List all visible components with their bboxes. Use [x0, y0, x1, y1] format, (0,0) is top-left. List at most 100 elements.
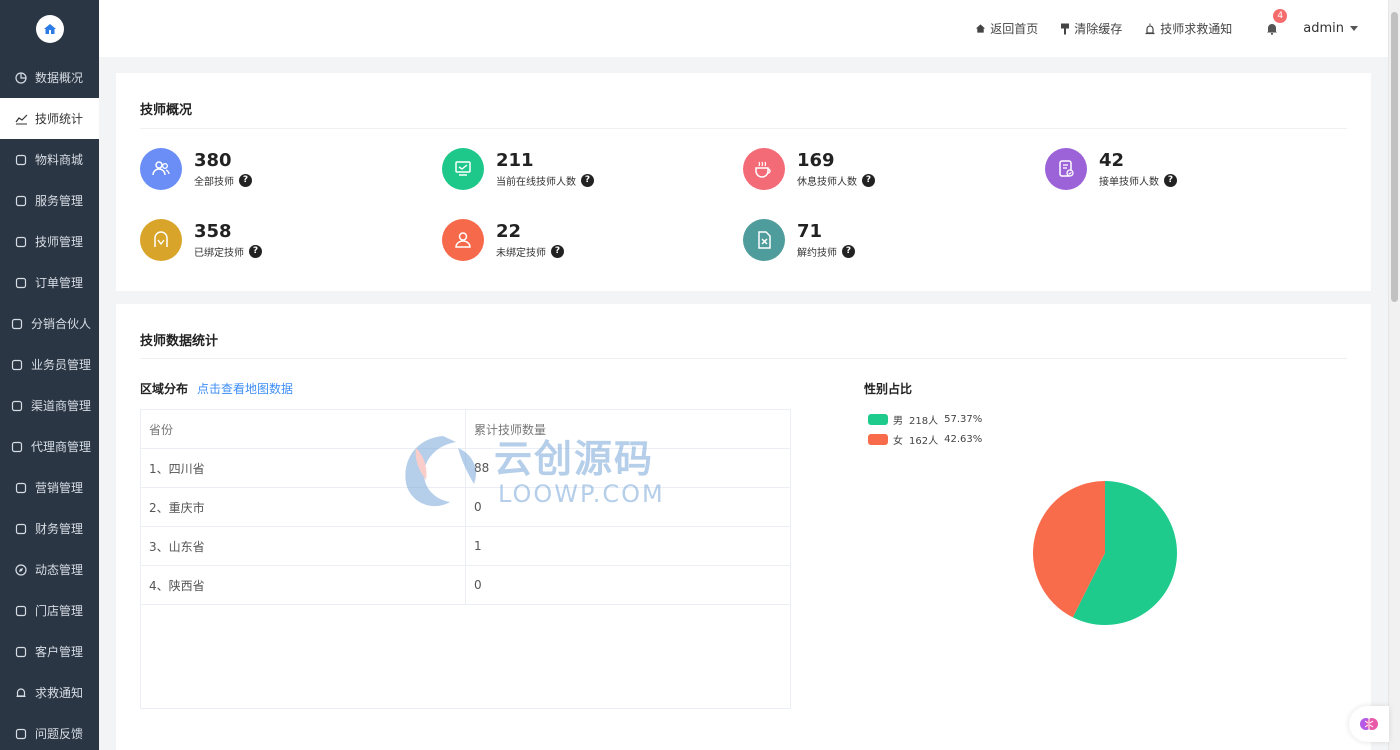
stat-value: 22 [496, 220, 522, 242]
table-header-row: 省份 累计技师数量 [141, 410, 790, 449]
cell-count: 88 [474, 461, 490, 475]
sidebar-item-14[interactable]: 门店管理 [0, 590, 99, 631]
sidebar-item-17[interactable]: 问题反馈 [0, 713, 99, 750]
bell-icon [1267, 24, 1278, 35]
sidebar-item-12[interactable]: 财务管理 [0, 508, 99, 549]
cell-province: 2、重庆市 [141, 488, 466, 526]
sos-notify-link[interactable]: 技师求救通知 [1144, 20, 1232, 37]
sidebar-item-8[interactable]: 业务员管理 [0, 344, 99, 385]
sidebar-item-6[interactable]: 订单管理 [0, 262, 99, 303]
legend-count: 218人 [909, 416, 939, 427]
tech-overview-card: 技师概况 380 全部技师? 211 当前在线技师人数? 169 休息技师人数? 42 接单技… [116, 73, 1371, 291]
stat-bound-techs: 358 已绑定技师? [140, 219, 262, 261]
help-icon[interactable]: ? [249, 244, 262, 258]
salesman-icon [10, 358, 24, 372]
sidebar-item-15[interactable]: 客户管理 [0, 631, 99, 672]
sidebar-item-label: 财务管理 [35, 522, 84, 536]
stat-label: 解约技师 [797, 247, 837, 259]
sidebar-item-label: 技师管理 [35, 235, 84, 249]
legend-label: 男 [893, 416, 903, 427]
user-menu[interactable]: admin [1303, 21, 1358, 36]
username: admin [1303, 21, 1344, 36]
table-row: 2、重庆市 0 [141, 488, 790, 527]
stat-value: 169 [797, 149, 835, 171]
notification-bell[interactable]: 4 [1266, 9, 1288, 35]
gender-pie-chart [1033, 481, 1177, 625]
legend-item-male[interactable]: 男 218人 57.37% [868, 412, 988, 427]
home-link[interactable]: 返回首页 [975, 20, 1038, 37]
tech-stats-card: 技师数据统计 区域分布 点击查看地图数据 省份 累计技师数量 1、四川省 88 2、… [116, 304, 1371, 750]
sidebar-item-label: 渠道商管理 [31, 399, 92, 413]
sidebar-item-label: 订单管理 [35, 276, 84, 290]
stat-label: 接单技师人数 [1099, 176, 1159, 188]
sidebar-item-11[interactable]: 营销管理 [0, 467, 99, 508]
legend-count: 162人 [909, 436, 939, 447]
sidebar-item-2[interactable]: 技师统计 [0, 98, 99, 139]
sidebar: 数据概况 技师统计物料商城服务管理技师管理订单管理分销合伙人业务员管理渠道商管理代… [0, 0, 99, 750]
stat-label: 当前在线技师人数 [496, 176, 576, 188]
feedback-icon [14, 727, 28, 741]
help-icon[interactable]: ? [581, 173, 594, 187]
logo[interactable] [0, 0, 99, 57]
bag-icon [14, 153, 28, 167]
sidebar-item-1[interactable]: 数据概况 [0, 57, 99, 98]
stat-value: 71 [797, 220, 823, 242]
overview-title: 技师概况 [140, 103, 193, 118]
help-icon[interactable]: ? [842, 244, 855, 258]
scrollbar-thumb[interactable] [1391, 12, 1398, 302]
sidebar-item-label: 营销管理 [35, 481, 84, 495]
tech-icon [14, 235, 28, 249]
table-row: 3、山东省 1 [141, 527, 790, 566]
finance-icon [14, 522, 28, 536]
sidebar-item-7[interactable]: 分销合伙人 [0, 303, 99, 344]
sidebar-item-10[interactable]: 代理商管理 [0, 426, 99, 467]
bell-icon [14, 686, 28, 700]
sidebar-item-label: 求救通知 [35, 686, 84, 700]
view-map-link[interactable]: 点击查看地图数据 [197, 380, 293, 397]
sidebar-item-16[interactable]: 求救通知 [0, 672, 99, 713]
help-icon[interactable]: ? [1164, 173, 1177, 187]
help-icon[interactable]: ? [239, 173, 252, 187]
terminated-techs-icon [743, 219, 785, 261]
clear-cache-link[interactable]: 清除缓存 [1060, 20, 1122, 37]
help-icon[interactable]: ? [862, 173, 875, 187]
stat-terminated-techs: 71 解约技师? [743, 219, 855, 261]
stat-value: 42 [1099, 149, 1125, 171]
table-row: 1、四川省 88 [141, 449, 790, 488]
sidebar-item-label: 服务管理 [35, 194, 84, 208]
brain-icon [1360, 718, 1378, 730]
cell-province: 3、山东省 [141, 527, 466, 565]
stat-value: 358 [194, 220, 232, 242]
partner-icon [10, 317, 24, 331]
cell-count: 0 [474, 500, 482, 514]
channel-icon [10, 399, 24, 413]
sidebar-item-label: 业务员管理 [31, 358, 92, 372]
busy-techs-icon [1045, 148, 1087, 190]
sidebar-item-label: 物料商城 [35, 153, 84, 167]
customer-icon [14, 645, 28, 659]
sidebar-item-3[interactable]: 物料商城 [0, 139, 99, 180]
assistant-button[interactable] [1349, 706, 1389, 742]
sidebar-item-9[interactable]: 渠道商管理 [0, 385, 99, 426]
sidebar-item-4[interactable]: 服务管理 [0, 180, 99, 221]
bound-techs-icon [140, 219, 182, 261]
legend-item-female[interactable]: 女 162人 42.63% [868, 432, 988, 447]
sidebar-item-label: 动态管理 [35, 563, 84, 577]
sidebar-item-label: 问题反馈 [35, 727, 84, 741]
header-province: 省份 [141, 410, 466, 448]
gender-title: 性别占比 [864, 382, 913, 396]
sidebar-item-5[interactable]: 技师管理 [0, 221, 99, 262]
stat-value: 211 [496, 149, 534, 171]
chevron-down-icon [1350, 26, 1358, 31]
order-icon [14, 276, 28, 290]
sidebar-item-label: 分销合伙人 [31, 317, 92, 331]
agent-icon [10, 440, 24, 454]
help-icon[interactable]: ? [551, 244, 564, 258]
resting-techs-icon [743, 148, 785, 190]
sos-notify-label: 技师求救通知 [1160, 22, 1233, 36]
chart-icon [14, 112, 28, 126]
top-header: 返回首页 清除缓存 技师求救通知 4 admin [99, 0, 1388, 57]
sidebar-item-13[interactable]: 动态管理 [0, 549, 99, 590]
alarm-icon [1145, 23, 1155, 34]
page-scrollbar[interactable] [1388, 0, 1400, 750]
